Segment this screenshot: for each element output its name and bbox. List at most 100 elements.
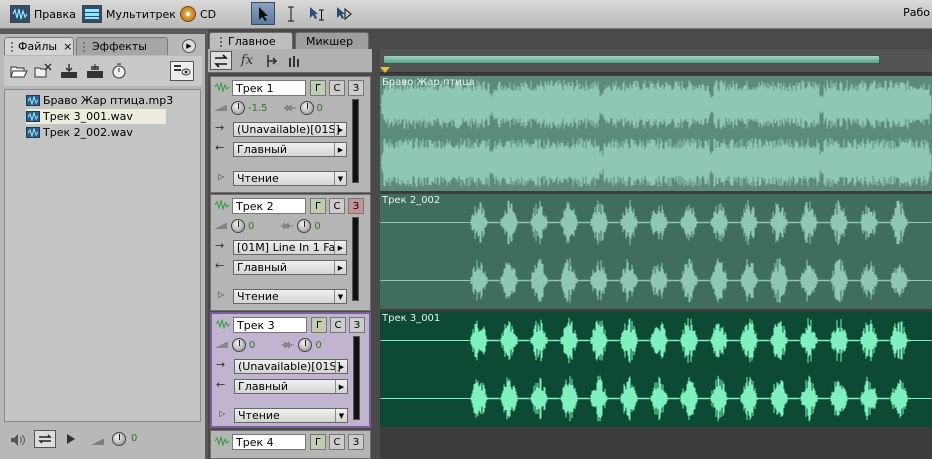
output-select[interactable]: Главный ▶: [234, 379, 348, 394]
input-select[interactable]: (Unavailable)[01S] ▶: [233, 122, 347, 137]
solo-button[interactable]: С: [329, 434, 345, 450]
autoplay-button[interactable]: [110, 62, 128, 80]
speaker-icon[interactable]: [10, 433, 28, 450]
cd-view-button[interactable]: CD: [180, 3, 216, 25]
solo-button[interactable]: С: [330, 317, 346, 333]
record-arm-button[interactable]: З: [348, 198, 364, 214]
automation-value: Чтение: [237, 172, 279, 185]
preview-eye-icon: [174, 65, 191, 76]
input-select[interactable]: [01M] Line In 1 Fa ▶: [233, 240, 347, 255]
chevron-right-icon: ▶: [334, 123, 346, 136]
track-name-field[interactable]: Трек 4: [232, 434, 306, 450]
audio-file-icon: [26, 111, 40, 122]
insert-in-cd-button[interactable]: [86, 62, 104, 80]
empty-track-lane[interactable]: [380, 430, 932, 459]
output-select[interactable]: Главный ▶: [233, 142, 347, 157]
eq-button[interactable]: [284, 51, 306, 70]
tab-main-label: Главное: [228, 35, 276, 48]
track-name-field[interactable]: Трек 3: [233, 317, 307, 333]
preview-volume-knob[interactable]: [112, 432, 126, 446]
mute-button[interactable]: Г: [311, 317, 327, 333]
pan-value: 0: [316, 102, 323, 114]
output-select[interactable]: Главный ▶: [233, 260, 347, 275]
close-icon[interactable]: ×: [63, 40, 72, 53]
show-preview-button[interactable]: [170, 61, 194, 81]
solo-button[interactable]: С: [329, 198, 345, 214]
list-item[interactable]: Браво Жар птица.mp3: [26, 93, 177, 108]
inputs-outputs-button[interactable]: [210, 51, 232, 70]
expand-triangle-icon[interactable]: ▷: [219, 409, 225, 418]
audio-clip-3[interactable]: Трек 3_001: [380, 312, 932, 427]
pan-knob[interactable]: [297, 219, 312, 233]
mute-button[interactable]: Г: [310, 80, 326, 96]
list-item[interactable]: Трек 2_002.wav: [26, 125, 137, 140]
panel-grip-icon: [11, 41, 13, 52]
close-file-button[interactable]: [34, 62, 52, 80]
chevron-down-icon: ▼: [334, 290, 346, 303]
files-toolbar: [4, 56, 202, 86]
volume-knob[interactable]: [231, 219, 245, 233]
scrub-tool-button[interactable]: [331, 2, 355, 25]
hybrid-tool-button[interactable]: [304, 2, 328, 25]
multitrack-view-button[interactable]: Мультитрек: [82, 3, 176, 25]
record-arm-button[interactable]: З: [348, 80, 364, 96]
chevron-down-icon: ▼: [334, 172, 346, 185]
track-name-field[interactable]: Трек 2: [232, 198, 306, 214]
loop-button[interactable]: [34, 430, 56, 448]
timeline-scrollbar[interactable]: [383, 55, 880, 64]
record-arm-button[interactable]: З: [348, 434, 364, 450]
record-arm-button[interactable]: З: [349, 317, 365, 333]
tab-mixer[interactable]: Микшер: [295, 32, 369, 50]
list-item[interactable]: Трек 3_001.wav: [26, 109, 166, 124]
track-header-4[interactable]: Трек 4 Г С З: [210, 430, 371, 459]
mute-button[interactable]: Г: [310, 198, 326, 214]
edit-view-button[interactable]: Правка: [10, 3, 76, 25]
solo-button[interactable]: С: [329, 80, 345, 96]
chevron-right-icon: ▶: [335, 380, 347, 393]
track-header-2[interactable]: Трек 2 Г С З 0 0 → [01M] Line In 1 Fa ▶ ←…: [210, 194, 371, 311]
pan-knob[interactable]: [299, 101, 314, 115]
multitrack-view-label: Мультитрек: [106, 7, 176, 21]
automation-select[interactable]: Чтение ▼: [234, 408, 348, 423]
pan-value: 0: [315, 339, 322, 351]
tab-mixer-label: Микшер: [306, 35, 354, 48]
expand-triangle-icon[interactable]: ▷: [218, 172, 224, 181]
move-tool-button[interactable]: [251, 2, 275, 25]
automation-value: Чтение: [237, 290, 279, 303]
pan-icon: [283, 105, 296, 111]
expand-triangle-icon[interactable]: ▷: [218, 290, 224, 299]
level-meter: [352, 99, 359, 183]
track-name-field[interactable]: Трек 1: [232, 80, 306, 96]
timeline[interactable]: Браво Жар птица Трек 2_002 Трек 3_001: [380, 49, 932, 459]
track-header-3[interactable]: Трек 3 Г С З 0 0 → (Unavailable)[01S] ▶ ←…: [210, 312, 371, 428]
audio-clip-2[interactable]: Трек 2_002: [380, 194, 932, 309]
tab-effects[interactable]: Эффекты: [76, 37, 168, 55]
chevron-down-icon: ▼: [335, 409, 347, 422]
tab-main[interactable]: Главное: [209, 32, 293, 50]
workspace-label[interactable]: Рабо: [903, 6, 930, 19]
play-button[interactable]: [66, 433, 76, 448]
audio-clip-1[interactable]: Браво Жар птица: [380, 76, 932, 191]
panel-menu-button[interactable]: ▶: [182, 39, 196, 53]
timeline-ruler[interactable]: [380, 49, 932, 73]
waveform-edit-icon: [10, 5, 30, 23]
import-file-button[interactable]: [10, 62, 28, 80]
effects-button[interactable]: fx: [236, 51, 258, 70]
level-meter: [352, 217, 359, 301]
insert-multitrack-icon: [61, 64, 77, 78]
main-tabs: Главное Микшер: [208, 32, 932, 50]
pan-knob[interactable]: [298, 338, 313, 352]
playhead-marker-icon[interactable]: [380, 67, 390, 73]
automation-select[interactable]: Чтение ▼: [233, 289, 347, 304]
input-select[interactable]: (Unavailable)[01S] ▶: [234, 359, 348, 374]
volume-knob[interactable]: [232, 338, 246, 352]
volume-meter-icon: [92, 436, 108, 449]
insert-in-multitrack-button[interactable]: [60, 62, 78, 80]
volume-knob[interactable]: [231, 101, 245, 115]
automation-select[interactable]: Чтение ▼: [233, 171, 347, 186]
track-header-1[interactable]: Трек 1 Г С З -1.5 0 → (Unavailable)[01S]…: [210, 76, 371, 193]
time-selection-tool-button[interactable]: [279, 2, 303, 25]
tab-files[interactable]: Файлы ×: [4, 37, 74, 55]
sends-button[interactable]: [260, 51, 282, 70]
mute-button[interactable]: Г: [310, 434, 326, 450]
